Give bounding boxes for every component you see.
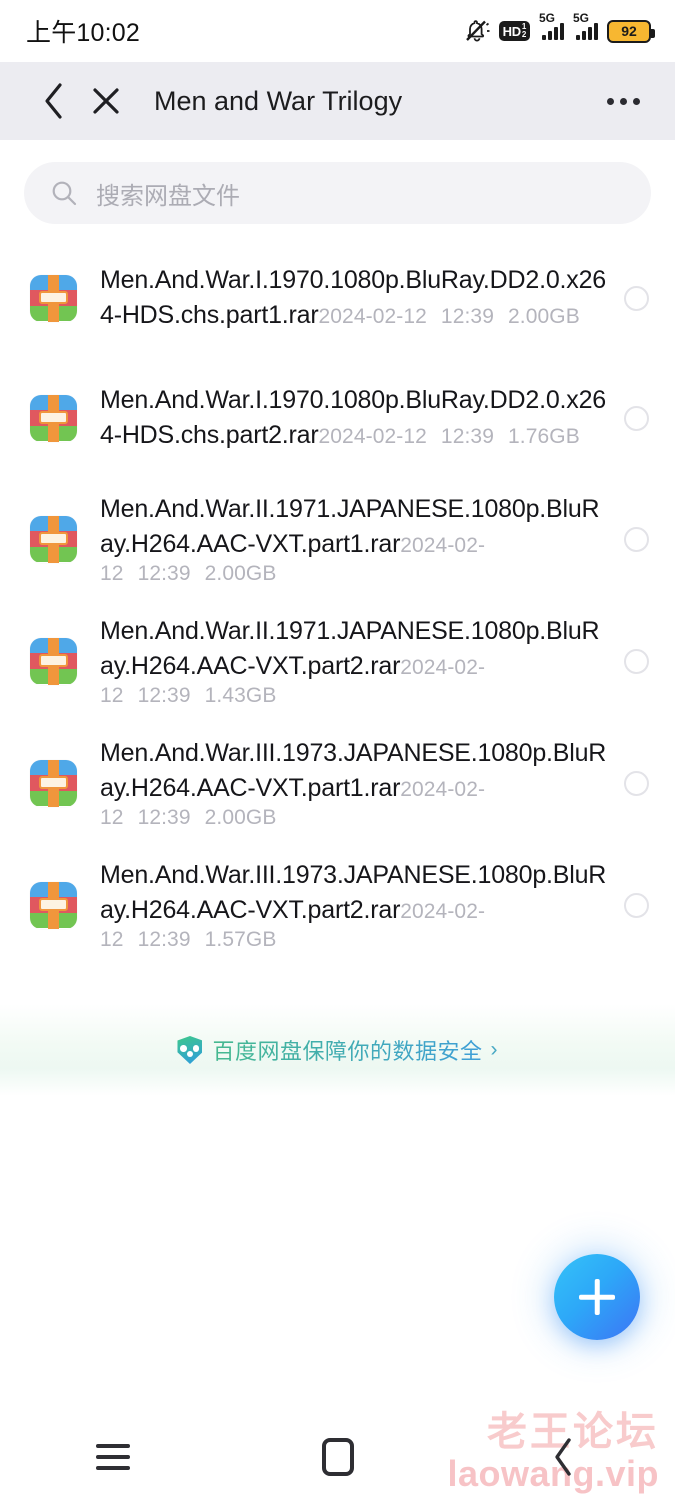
file-select-radio[interactable] — [624, 405, 649, 431]
more-horizontal-icon — [606, 97, 640, 105]
file-row[interactable]: Men.And.War.III.1973.JAPANESE.1080p.BluR… — [0, 722, 675, 844]
file-info: Men.And.War.II.1971.JAPANESE.1080p.BluRa… — [100, 492, 620, 586]
file-time: 12:39 — [440, 305, 494, 328]
hd-sub-bottom: 2 — [521, 30, 526, 39]
rar-archive-icon — [30, 637, 77, 685]
close-icon — [93, 88, 119, 114]
network-type-sim2: 5G — [573, 11, 590, 25]
file-size: 1.76GB — [507, 425, 580, 448]
file-select-radio[interactable] — [624, 648, 649, 674]
battery-icon: 92 — [607, 19, 655, 43]
file-name: Men.And.War.III.1973.JAPANESE.1080p.BluR… — [100, 861, 607, 924]
file-select-radio[interactable] — [624, 285, 649, 311]
rar-archive-icon — [30, 394, 77, 442]
file-row[interactable]: Men.And.War.I.1970.1080p.BluRay.DD2.0.x2… — [0, 358, 675, 478]
file-row[interactable]: Men.And.War.III.1973.JAPANESE.1080p.BluR… — [0, 844, 675, 966]
plus-icon — [579, 1279, 615, 1315]
chevron-left-icon — [554, 1438, 571, 1476]
hd-label: HD — [502, 23, 521, 39]
file-date: 2024-02-12 — [318, 305, 427, 328]
file-row[interactable]: Men.And.War.II.1971.JAPANESE.1080p.BluRa… — [0, 600, 675, 722]
rar-archive-icon — [30, 881, 77, 929]
menu-lines-icon — [95, 1444, 130, 1470]
file-select-radio[interactable] — [624, 770, 649, 796]
nav-back-button[interactable] — [518, 1427, 608, 1487]
android-navigation-bar — [0, 1414, 675, 1500]
file-size: 2.00GB — [507, 305, 580, 328]
search-input[interactable]: 搜索网盘文件 — [96, 176, 240, 211]
file-size: 2.00GB — [204, 806, 277, 829]
file-info: Men.And.War.III.1973.JAPANESE.1080p.BluR… — [100, 736, 620, 830]
search-bar[interactable]: 搜索网盘文件 — [24, 162, 651, 224]
file-time: 12:39 — [137, 928, 191, 951]
file-info: Men.And.War.I.1970.1080p.BluRay.DD2.0.x2… — [100, 383, 620, 453]
hd-voice-icon: HD 1 2 — [498, 21, 530, 41]
search-icon — [52, 181, 77, 206]
file-info: Men.And.War.II.1971.JAPANESE.1080p.BluRa… — [100, 614, 620, 708]
file-row[interactable]: Men.And.War.I.1970.1080p.BluRay.DD2.0.x2… — [0, 238, 675, 358]
file-date: 2024-02-12 — [318, 425, 427, 448]
file-time: 12:39 — [137, 562, 191, 585]
security-banner[interactable]: 百度网盘保障你的数据安全 › — [0, 1004, 675, 1096]
battery-percent: 92 — [621, 23, 637, 39]
rar-archive-icon — [30, 759, 77, 807]
status-bar: 上午10:02 HD 1 2 5G 5G 92 — [0, 0, 675, 62]
file-name: Men.And.War.II.1971.JAPANESE.1080p.BluRa… — [100, 617, 600, 680]
file-time: 12:39 — [137, 684, 191, 707]
file-info: Men.And.War.I.1970.1080p.BluRay.DD2.0.x2… — [100, 263, 620, 333]
file-subtitle: 2024-02-12 12:39 2.00GB — [319, 305, 594, 328]
home-button[interactable] — [293, 1427, 383, 1487]
shield-icon — [177, 1036, 203, 1064]
bell-muted-icon — [464, 19, 490, 43]
chevron-right-icon: › — [490, 1038, 498, 1061]
network-type-sim1: 5G — [539, 11, 556, 25]
page-title: Men and War Trilogy — [154, 85, 403, 116]
close-button[interactable] — [80, 75, 132, 127]
security-banner-text: 百度网盘保障你的数据安全 — [212, 1034, 482, 1066]
rar-archive-icon — [30, 274, 77, 322]
file-time: 12:39 — [440, 425, 494, 448]
app-header-bar: Men and War Trilogy — [0, 62, 675, 140]
file-select-radio[interactable] — [624, 892, 649, 918]
signal-icon-sim1: 5G — [539, 11, 564, 40]
rar-archive-icon — [30, 515, 77, 563]
search-section: 搜索网盘文件 — [0, 140, 675, 238]
add-button[interactable] — [554, 1254, 640, 1340]
chevron-left-icon — [45, 83, 62, 119]
file-info: Men.And.War.III.1973.JAPANESE.1080p.BluR… — [100, 858, 620, 952]
file-select-radio[interactable] — [624, 526, 649, 552]
file-subtitle: 2024-02-12 12:39 1.76GB — [319, 425, 594, 448]
recents-button[interactable] — [68, 1427, 158, 1487]
status-icons: HD 1 2 5G 5G 92 — [464, 11, 655, 43]
status-time: 上午10:02 — [26, 19, 140, 47]
file-row[interactable]: Men.And.War.II.1971.JAPANESE.1080p.BluRa… — [0, 478, 675, 600]
file-list: Men.And.War.I.1970.1080p.BluRay.DD2.0.x2… — [0, 238, 675, 966]
file-size: 2.00GB — [204, 562, 277, 585]
signal-icon-sim2: 5G — [573, 11, 598, 40]
phone-screen: 上午10:02 HD 1 2 5G 5G 92 Men and War Tril… — [0, 0, 675, 1500]
file-time: 12:39 — [137, 806, 191, 829]
file-name: Men.And.War.III.1973.JAPANESE.1080p.BluR… — [100, 739, 607, 802]
back-button[interactable] — [28, 75, 80, 127]
home-square-icon — [321, 1438, 354, 1476]
file-name: Men.And.War.II.1971.JAPANESE.1080p.BluRa… — [100, 495, 600, 558]
file-size: 1.43GB — [204, 684, 277, 707]
file-size: 1.57GB — [204, 928, 277, 951]
more-options-button[interactable] — [597, 75, 649, 127]
